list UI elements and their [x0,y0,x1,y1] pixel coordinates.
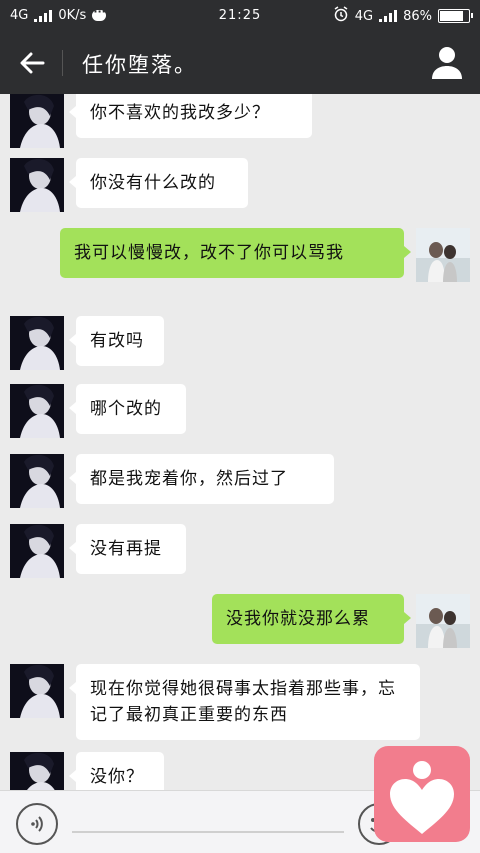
battery-icon [438,9,473,23]
person-icon [432,47,462,79]
message-input[interactable] [72,831,344,833]
contact-avatar[interactable] [10,158,64,212]
signal-icon-right [379,10,398,22]
heart-person-icon [390,761,454,834]
message-bubble[interactable]: 都是我宠着你，然后过了 [69,454,334,504]
message-bubble[interactable]: 哪个改的 [69,384,186,434]
message-bubble[interactable]: 现在你觉得她很碍事太指着那些事，忘记了最初真正重要的东西 [69,664,420,740]
profile-button[interactable] [430,45,464,81]
floating-widget[interactable] [374,746,470,842]
message-bubble[interactable]: 有改吗 [69,316,164,366]
back-arrow-icon [20,52,45,74]
message-bubble[interactable]: 你没有什么改的 [69,158,248,208]
message-bubble[interactable]: 没我你就没那么累 [212,594,411,644]
network-label-right: 4G [354,8,374,24]
header-divider [62,50,63,76]
back-button[interactable] [14,47,50,79]
contact-avatar[interactable] [10,752,64,790]
voice-button[interactable] [16,803,58,845]
status-bar: 4G 0K/s 21:25 4G 86% [0,0,480,32]
alarm-icon [333,6,349,26]
contact-avatar[interactable] [10,524,64,578]
my-avatar[interactable] [416,228,470,282]
message-list[interactable]: 你不喜欢的我改多少？ 你没有什么改的 我可以慢慢改，改不了你可以骂我 有改吗 哪… [0,94,480,790]
battery-percent: 86% [403,8,432,24]
contact-avatar[interactable] [10,664,64,718]
message-bubble[interactable]: 你不喜欢的我改多少？ [69,94,312,138]
message-bubble[interactable]: 我可以慢慢改，改不了你可以骂我 [60,228,411,278]
voice-icon [31,816,43,832]
contact-avatar[interactable] [10,316,64,370]
contact-avatar[interactable] [10,94,64,148]
message-bubble[interactable]: 没你？ [69,752,164,790]
contact-avatar[interactable] [10,384,64,438]
chat-title: 任你堕落。 [82,53,197,77]
my-avatar[interactable] [416,594,470,648]
contact-avatar[interactable] [10,454,64,508]
chat-header: 任你堕落。 [0,32,480,94]
message-bubble[interactable]: 没有再提 [69,524,186,574]
